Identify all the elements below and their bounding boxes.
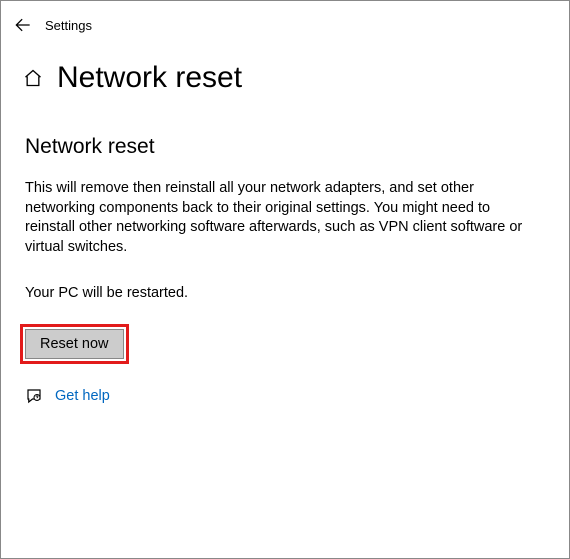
page-title: Network reset: [57, 61, 242, 95]
content-area: Network reset This will remove then rein…: [1, 99, 569, 405]
restart-note: Your PC will be restarted.: [25, 285, 539, 301]
reset-now-button[interactable]: Reset now: [25, 329, 124, 359]
back-arrow-icon[interactable]: [13, 15, 41, 35]
home-icon[interactable]: [23, 68, 43, 88]
app-title: Settings: [45, 18, 92, 33]
get-help-link[interactable]: Get help: [55, 388, 110, 404]
description-text: This will remove then reinstall all your…: [25, 179, 535, 257]
window-header: Settings: [1, 1, 569, 43]
help-row: Get help: [25, 387, 539, 405]
section-title: Network reset: [25, 135, 539, 159]
page-title-row: Network reset: [1, 43, 569, 99]
chat-help-icon: [25, 387, 43, 405]
